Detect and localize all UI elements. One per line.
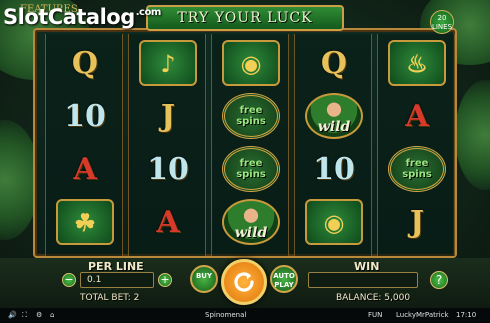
total-bet-text: TOTAL BET: 2: [80, 293, 140, 303]
ace-card-icon: A: [133, 197, 203, 247]
ace-card-icon: A: [382, 91, 452, 141]
watermark-tld: .com: [135, 7, 162, 18]
pot-of-gold-icon: ◉: [299, 197, 369, 247]
balance-text: BALANCE: 5,000: [336, 293, 411, 303]
status-bar: 🔊 ⛶ ⚙ ⌂ Spinomenal FUN LuckyMrPatrick 17…: [0, 308, 490, 323]
ten-card-icon: 10: [50, 91, 120, 141]
watermark-brand: SlotCatalog: [3, 5, 135, 29]
settings-icon[interactable]: ⚙: [36, 311, 42, 319]
free-spins-line1: free: [239, 158, 263, 169]
jack-card-icon: J: [382, 197, 452, 247]
card-letter: Q: [320, 45, 348, 81]
reel-2: ♪ J 10 A: [128, 34, 206, 256]
auto-play-button[interactable]: AUTO PLAY: [270, 265, 298, 293]
q-card-icon: Q: [299, 38, 369, 88]
ten-card-icon: 10: [299, 144, 369, 194]
reel-3: ◉ free spins free spins wild: [211, 34, 289, 256]
win-value: [308, 272, 418, 288]
free-spins-line2: spins: [236, 116, 266, 127]
game-screen: Q 10 A ☘ ♪ J 10 A ◉ free spins free spins wild Qwild 10…: [0, 0, 490, 323]
clock-text: 17:10: [456, 311, 477, 319]
card-letter: J: [160, 98, 176, 134]
card-letter: 10: [313, 151, 355, 187]
ten-card-icon: 10: [133, 144, 203, 194]
wild-label: wild: [317, 119, 351, 135]
free-spins-line1: free: [239, 105, 263, 116]
pot-of-gold-icon: ◉: [216, 38, 286, 88]
foliage-right: [455, 80, 490, 190]
free-spins-scatter-icon: free spins: [216, 91, 286, 141]
card-letter: A: [73, 151, 97, 187]
leprechaun-wild-icon: wild: [299, 91, 369, 141]
spin-arrow-icon: [234, 272, 254, 292]
try-your-luck-banner: TRY YOUR LUCK: [146, 5, 344, 31]
jack-card-icon: J: [133, 91, 203, 141]
reel-5: ♨ Afree spins J: [377, 34, 455, 256]
card-letter: 10: [64, 98, 106, 134]
username-text: LuckyMrPatrick: [396, 311, 449, 319]
ace-card-icon: A: [50, 144, 120, 194]
beer-mug-icon: ♨: [382, 38, 452, 88]
fullscreen-icon[interactable]: ⛶: [22, 311, 27, 320]
free-spins-line2: spins: [402, 169, 432, 180]
lines-badge: 20 LINES: [430, 10, 454, 34]
reel-1: Q 10 A ☘: [45, 34, 123, 256]
wild-label: wild: [234, 225, 268, 241]
provider-name: Spinomenal: [205, 311, 247, 319]
mode-text: FUN: [368, 311, 383, 319]
spin-button[interactable]: [221, 259, 267, 305]
help-button[interactable]: ?: [430, 271, 448, 289]
q-card-icon: Q: [50, 38, 120, 88]
card-letter: J: [409, 204, 425, 240]
free-spins-line2: spins: [236, 169, 266, 180]
shamrock-icon: ☘: [50, 197, 120, 247]
free-spins-line1: free: [405, 158, 429, 169]
free-spins-scatter-icon: free spins: [382, 144, 452, 194]
per-line-minus-button[interactable]: −: [62, 273, 76, 287]
per-line-plus-button[interactable]: +: [158, 273, 172, 287]
buy-button[interactable]: BUY: [190, 265, 218, 293]
reel-frame: Q 10 A ☘ ♪ J 10 A ◉ free spins free spins wild Qwild 10…: [33, 28, 457, 258]
leprechaun-wild-icon: wild: [216, 197, 286, 247]
reel-4: Qwild 10 ◉: [294, 34, 372, 256]
watermark-logo: SlotCatalog.com: [3, 5, 162, 29]
home-icon[interactable]: ⌂: [50, 311, 54, 319]
card-letter: A: [156, 204, 180, 240]
card-letter: 10: [147, 151, 189, 187]
card-letter: A: [405, 98, 429, 134]
sound-icon[interactable]: 🔊: [8, 311, 17, 319]
harp-icon: ♪: [133, 38, 203, 88]
free-spins-scatter-icon: free spins: [216, 144, 286, 194]
per-line-value: 0.1: [80, 272, 154, 288]
card-letter: Q: [71, 45, 99, 81]
